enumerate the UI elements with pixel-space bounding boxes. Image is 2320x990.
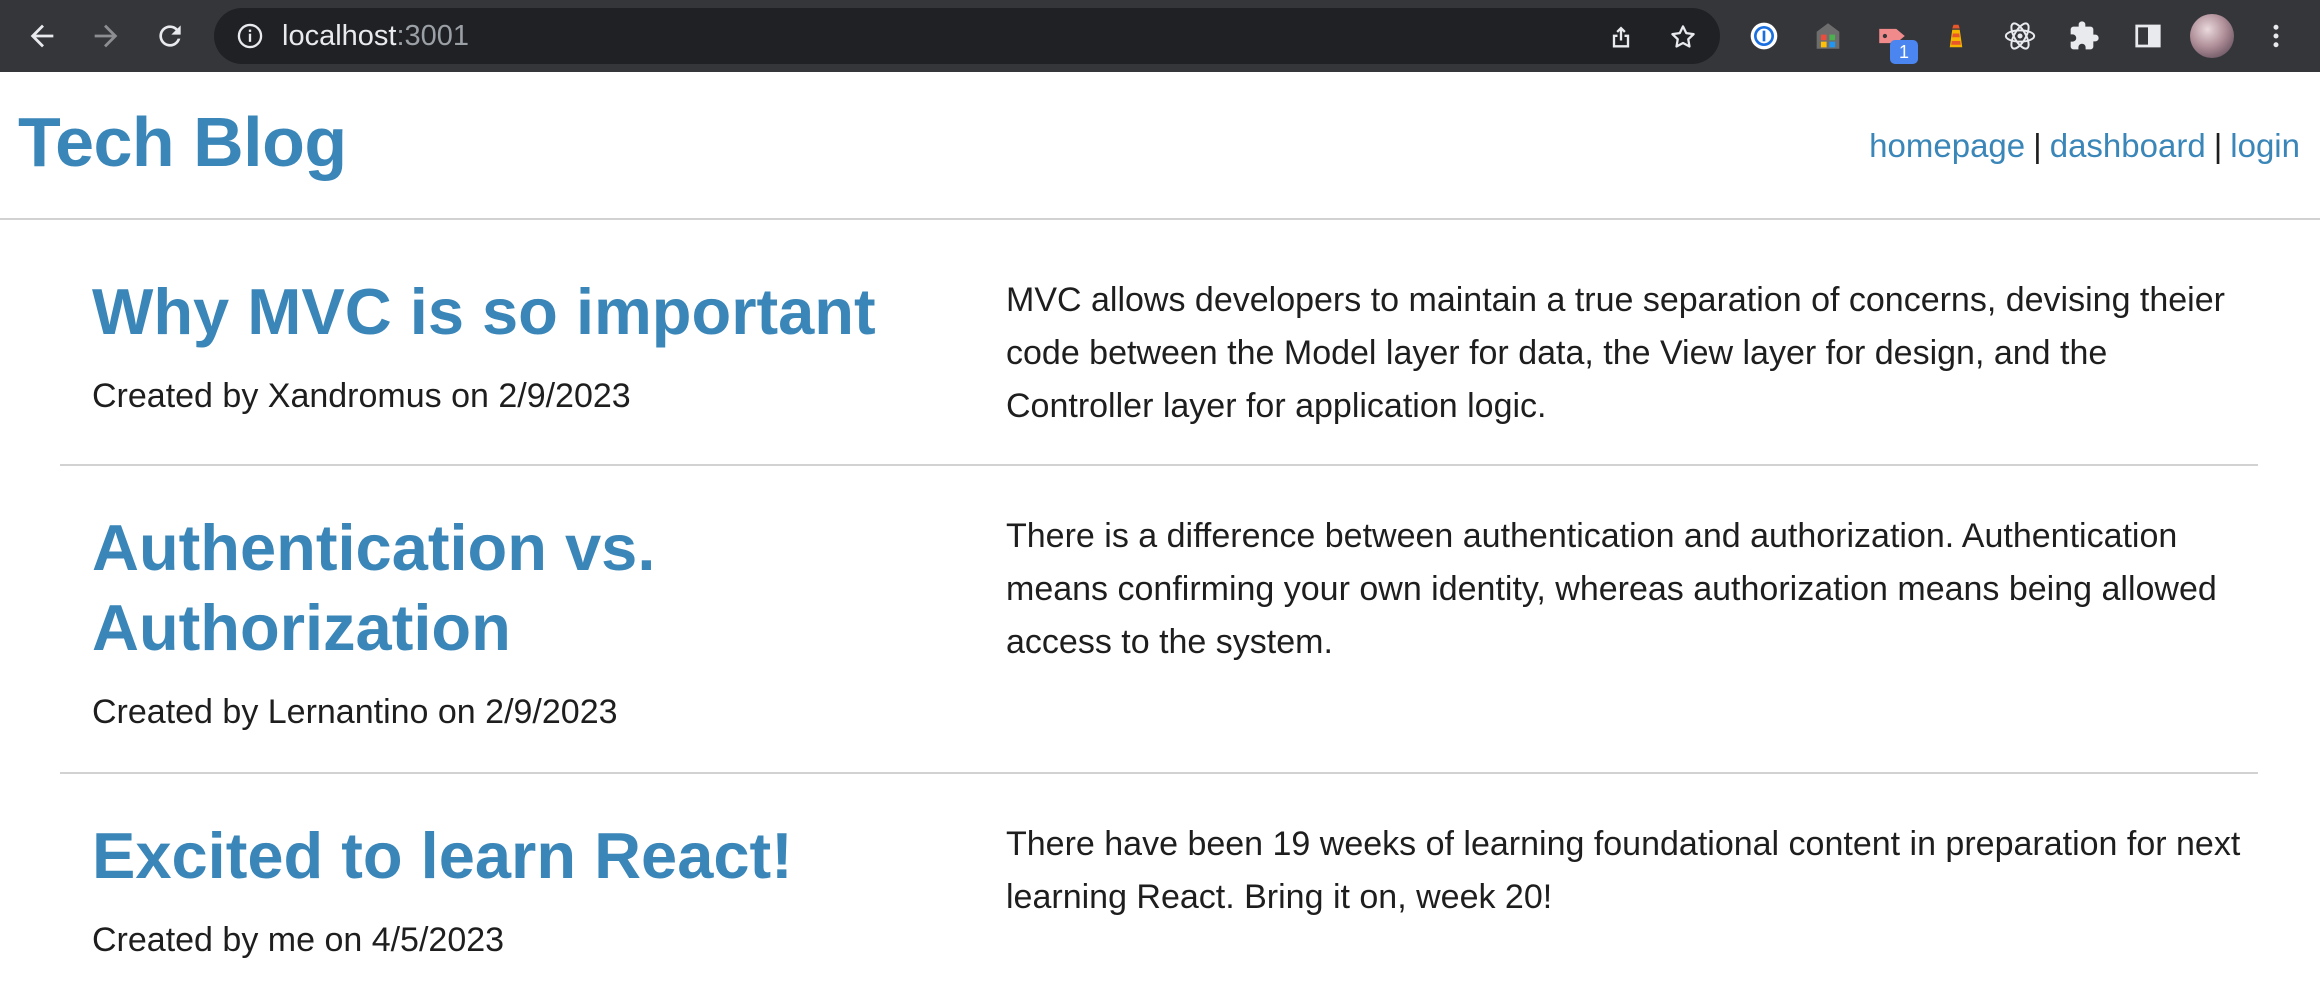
post-title[interactable]: Authentication vs. Authorization [92, 508, 972, 668]
share-icon[interactable] [1604, 20, 1638, 54]
url-host: localhost [282, 20, 397, 52]
info-icon[interactable] [236, 22, 264, 50]
side-panel-icon[interactable] [2126, 14, 2170, 58]
color-palette-extension-icon[interactable] [1806, 14, 1850, 58]
site-nav: homepage | dashboard | login [1869, 126, 2300, 166]
post-title[interactable]: Why MVC is so important [92, 272, 972, 352]
extension-badge: 1 [1890, 40, 1918, 64]
site-header: Tech Blog homepage | dashboard | login [0, 72, 2320, 220]
post-body: There is a difference between authentica… [1006, 517, 2217, 661]
post-title[interactable]: Excited to learn React! [92, 816, 972, 896]
site-title[interactable]: Tech Blog [18, 102, 347, 182]
post-body: MVC allows developers to maintain a true… [1006, 281, 2225, 425]
puzzle-icon[interactable] [2062, 14, 2106, 58]
post-card[interactable]: Excited to learn React! Created by me on… [60, 774, 2258, 990]
react-devtools-icon[interactable] [1998, 14, 2042, 58]
nav-login-link[interactable]: login [2230, 127, 2300, 164]
nav-homepage-link[interactable]: homepage [1869, 127, 2025, 164]
nav-separator: | [2213, 127, 2223, 164]
forward-icon[interactable] [82, 12, 130, 60]
post-card[interactable]: Authentication vs. Authorization Created… [60, 466, 2258, 774]
post-card[interactable]: Why MVC is so important Created by Xandr… [60, 222, 2258, 466]
post-meta: Created by Lernantino on 2/9/2023 [92, 693, 618, 731]
reload-icon[interactable] [146, 12, 194, 60]
post-body: There have been 19 weeks of learning fou… [1006, 825, 2241, 916]
back-icon[interactable] [18, 12, 66, 60]
address-bar[interactable]: localhost:3001 [214, 8, 1720, 64]
post-meta: Created by me on 4/5/2023 [92, 921, 505, 959]
nav-dashboard-link[interactable]: dashboard [2050, 127, 2206, 164]
nav-separator: | [2033, 127, 2042, 164]
password-manager-icon[interactable] [1742, 14, 1786, 58]
menu-icon[interactable] [2254, 14, 2298, 58]
browser-toolbar: localhost:3001 1 [0, 0, 2320, 72]
profile-avatar[interactable] [2190, 14, 2234, 58]
post-meta: Created by Xandromus on 2/9/2023 [92, 377, 631, 415]
url-port: :3001 [396, 20, 470, 52]
url-text: localhost:3001 [282, 21, 469, 51]
bookmark-star-icon[interactable] [1666, 20, 1700, 54]
lighthouse-icon[interactable] [1934, 14, 1978, 58]
